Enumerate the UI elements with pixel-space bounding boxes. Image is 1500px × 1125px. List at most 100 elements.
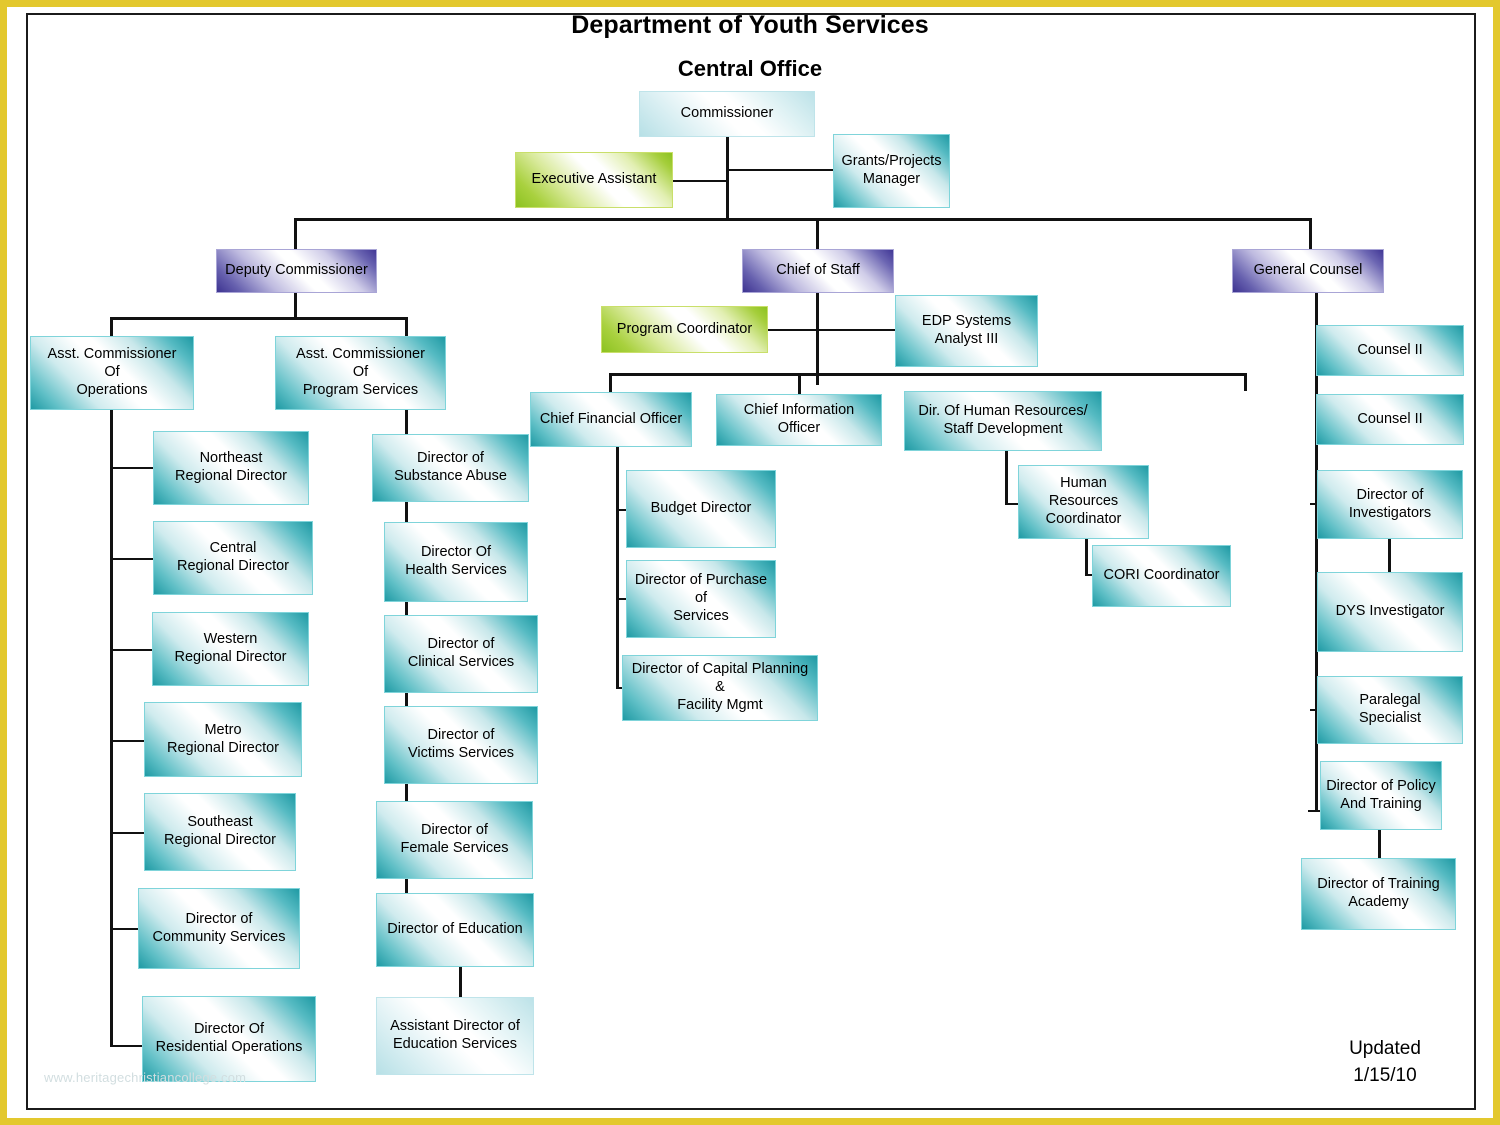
node-label: Central Regional Director xyxy=(176,540,290,574)
node-director-female-services[interactable]: Director of Female Services xyxy=(376,801,533,879)
node-edp-systems-analyst[interactable]: EDP Systems Analyst III xyxy=(895,295,1038,367)
node-label: Director of Policy And Training xyxy=(1326,777,1436,812)
node-label: Assistant Director of Education Services xyxy=(390,1018,520,1052)
node-director-clinical-services[interactable]: Director of Clinical Services xyxy=(384,615,538,693)
node-counsel-ii-1[interactable]: Counsel II xyxy=(1316,325,1464,376)
node-director-health-services[interactable]: Director Of Health Services xyxy=(384,522,528,602)
node-asst-commissioner-operations[interactable]: Asst. Commissioner Of Operations xyxy=(30,336,194,410)
node-grants-projects-manager[interactable]: Grants/Projects Manager xyxy=(833,134,950,208)
node-counsel-ii-2[interactable]: Counsel II xyxy=(1316,394,1464,445)
node-central-regional-director[interactable]: Central Regional Director xyxy=(153,521,313,595)
node-label: Chief Financial Officer xyxy=(539,410,683,427)
node-program-coordinator[interactable]: Program Coordinator xyxy=(601,306,768,353)
node-label: Director of Education xyxy=(387,921,523,938)
node-director-substance-abuse[interactable]: Director of Substance Abuse xyxy=(372,434,529,502)
node-label: Director Of Residential Operations xyxy=(155,1021,303,1055)
node-chief-financial-officer[interactable]: Chief Financial Officer xyxy=(530,392,692,447)
node-director-purchase-of-services[interactable]: Director of Purchase of Services xyxy=(626,560,776,638)
node-southeast-regional-director[interactable]: Southeast Regional Director xyxy=(144,793,296,871)
node-label: Dir. Of Human Resources/ Staff Developme… xyxy=(918,403,1088,437)
connector-education-to-assistant xyxy=(459,966,462,998)
connector-level2-right-drop xyxy=(1309,218,1312,250)
page-subtitle: Central Office xyxy=(677,56,823,81)
node-label: EDP Systems Analyst III xyxy=(921,313,1012,347)
node-label: Director of Clinical Services xyxy=(407,636,515,670)
node-label: Western Regional Director xyxy=(174,631,287,665)
node-label: Asst. Commissioner Of Program Services xyxy=(296,346,425,398)
node-commissioner[interactable]: Commissioner xyxy=(639,91,815,137)
node-cori-coordinator[interactable]: CORI Coordinator xyxy=(1092,545,1231,607)
node-label: Director of Training Academy xyxy=(1317,876,1440,910)
connector-level2-left-drop xyxy=(294,218,297,250)
node-chief-of-staff[interactable]: Chief of Staff xyxy=(742,249,894,293)
connector-level2-bus xyxy=(294,218,1312,221)
connector-cfo-drop xyxy=(609,373,612,392)
node-label: Metro Regional Director xyxy=(166,721,280,756)
node-label: Northeast Regional Director xyxy=(174,450,288,484)
node-human-resources-coordinator[interactable]: Human Resources Coordinator xyxy=(1018,465,1149,539)
node-label: Director of Victims Services xyxy=(407,727,515,761)
node-dys-investigator[interactable]: DYS Investigator xyxy=(1317,572,1463,652)
node-label: Director of Community Services xyxy=(152,910,286,945)
node-northeast-regional-director[interactable]: Northeast Regional Director xyxy=(153,431,309,505)
node-general-counsel[interactable]: General Counsel xyxy=(1232,249,1384,293)
connector-operations-stub-7 xyxy=(110,1045,142,1047)
node-western-regional-director[interactable]: Western Regional Director xyxy=(152,612,309,686)
node-label: General Counsel xyxy=(1253,262,1363,279)
node-director-of-investigators[interactable]: Director of Investigators xyxy=(1317,470,1463,539)
node-asst-commissioner-program-services[interactable]: Asst. Commissioner Of Program Services xyxy=(275,336,446,410)
connector-grants-manager xyxy=(726,169,834,171)
connector-operations-stub-2 xyxy=(110,558,154,560)
node-assistant-director-education-services[interactable]: Assistant Director of Education Services xyxy=(376,997,534,1075)
connector-hrdir-spine xyxy=(1005,450,1008,505)
connector-cio-drop xyxy=(798,373,801,395)
connector-cfo-spine xyxy=(616,447,619,688)
node-label: Counsel II xyxy=(1357,410,1423,427)
connector-hr-drop xyxy=(1244,373,1247,391)
node-label: DYS Investigator xyxy=(1335,603,1445,620)
node-label: Director of Female Services xyxy=(400,822,509,856)
node-director-training-academy[interactable]: Director of Training Academy xyxy=(1301,858,1456,930)
connector-operations-spine xyxy=(110,409,113,1047)
connector-operations-stub-4 xyxy=(110,740,144,742)
connector-chiefofstaff-trunk xyxy=(816,292,819,385)
org-chart-page: Department of Youth Services Central Off… xyxy=(0,0,1500,1125)
node-label: Director of Substance Abuse xyxy=(394,450,507,484)
node-director-residential-operations[interactable]: Director Of Residential Operations xyxy=(142,996,316,1082)
node-label: Budget Director xyxy=(650,500,752,517)
node-executive-assistant[interactable]: Executive Assistant xyxy=(515,152,673,208)
node-dir-human-resources[interactable]: Dir. Of Human Resources/ Staff Developme… xyxy=(904,391,1102,451)
node-budget-director[interactable]: Budget Director xyxy=(626,470,776,548)
node-label: Director Of Health Services xyxy=(405,544,507,578)
connector-level2-mid-drop xyxy=(816,218,819,250)
connector-edp-analyst xyxy=(816,329,896,331)
node-label: Chief of Staff xyxy=(776,262,860,279)
node-label: Director of Investigators xyxy=(1348,486,1432,521)
node-label: Deputy Commissioner xyxy=(225,262,368,279)
connector-exec-assistant xyxy=(673,180,729,182)
connector-operations-stub-1 xyxy=(110,467,154,469)
connector-operations-stub-6 xyxy=(110,928,138,930)
node-paralegal-specialist[interactable]: Paralegal Specialist xyxy=(1317,676,1463,744)
connector-investigators-to-dys xyxy=(1388,539,1391,573)
connector-chiefofstaff-bus xyxy=(609,373,1246,376)
updated-stamp: Updated 1/15/10 xyxy=(1349,1038,1421,1086)
node-chief-information-officer[interactable]: Chief Information Officer xyxy=(716,394,882,446)
node-label: Asst. Commissioner Of Operations xyxy=(47,346,177,398)
node-director-community-services[interactable]: Director of Community Services xyxy=(138,888,300,969)
node-director-victims-services[interactable]: Director of Victims Services xyxy=(384,706,538,784)
connector-policy-to-academy xyxy=(1378,830,1381,860)
node-director-education[interactable]: Director of Education xyxy=(376,893,534,967)
node-label: Program Coordinator xyxy=(616,320,753,337)
node-director-capital-planning[interactable]: Director of Capital Planning & Facility … xyxy=(622,655,818,721)
node-deputy-commissioner[interactable]: Deputy Commissioner xyxy=(216,249,377,293)
node-director-policy-training[interactable]: Director of Policy And Training xyxy=(1320,761,1442,830)
node-metro-regional-director[interactable]: Metro Regional Director xyxy=(144,702,302,777)
node-label: Executive Assistant xyxy=(531,171,657,188)
node-label: Human Resources Coordinator xyxy=(1045,475,1122,527)
connector-operations-stub-3 xyxy=(110,649,154,651)
connector-programservices-drop xyxy=(405,317,408,337)
node-label: Counsel II xyxy=(1357,341,1423,358)
connector-operations-drop xyxy=(110,317,113,337)
node-label: Chief Information Officer xyxy=(743,402,855,436)
